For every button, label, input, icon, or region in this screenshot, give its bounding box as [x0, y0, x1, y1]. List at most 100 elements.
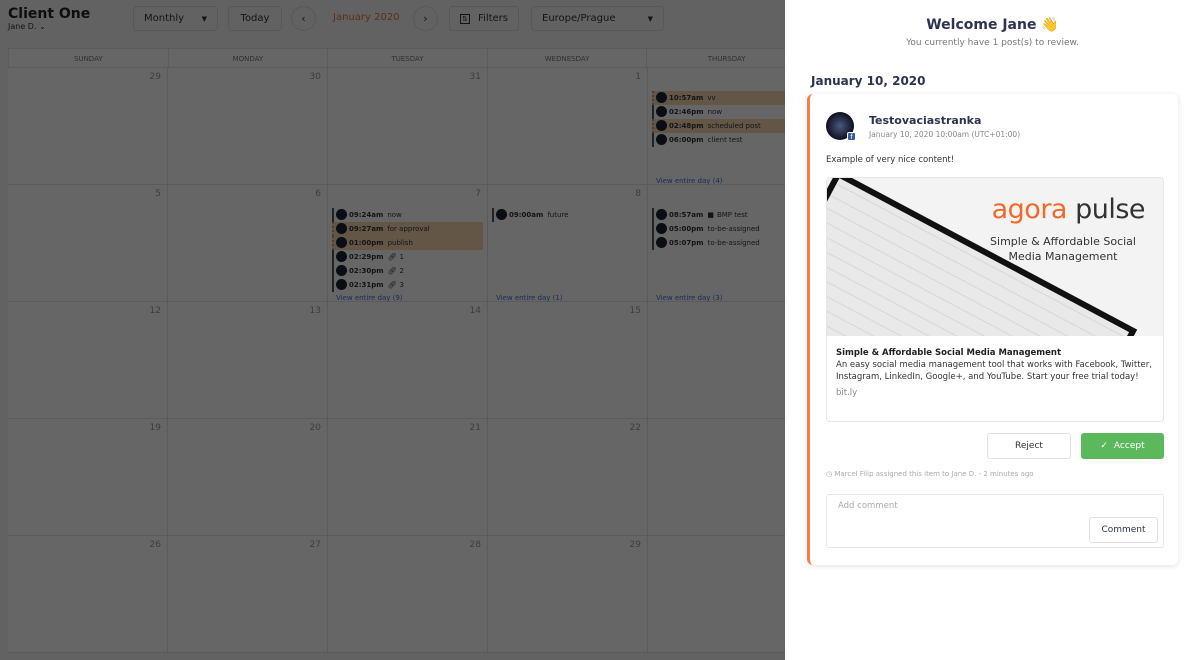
day-number: 29: [629, 540, 641, 550]
view-entire-day-link[interactable]: View entire day (1): [494, 294, 563, 302]
event-label: 2: [399, 266, 404, 275]
calendar-event[interactable]: 05:07pm to-be-assigned: [652, 236, 785, 250]
event-time: 10:57am: [669, 93, 704, 102]
current-month: January 2020: [333, 12, 400, 23]
day-cell[interactable]: [648, 419, 785, 536]
event-time: 02:46pm: [669, 107, 704, 116]
link-icon: 🔗︎: [387, 280, 397, 289]
calendar-event[interactable]: 02:30pm 🔗︎ 2: [332, 264, 483, 278]
event-time: 08:57am: [669, 210, 704, 219]
day-cell[interactable]: 6: [168, 185, 328, 302]
comment-input[interactable]: Add comment: [838, 501, 898, 511]
event-time: 09:24am: [349, 210, 384, 219]
client-switcher[interactable]: Client One Jane D. ⌄: [8, 6, 90, 31]
day-cell[interactable]: 21: [328, 419, 488, 536]
check-icon: ✓: [1100, 441, 1108, 451]
day-cell[interactable]: 08:57am ■ BMP test 05:00pm to-be-assigned 05:…: [648, 185, 785, 302]
calendar-event[interactable]: 06:00pm client test: [652, 133, 785, 147]
facebook-icon: f: [847, 132, 856, 141]
view-entire-day-link[interactable]: View entire day (3): [654, 294, 723, 302]
calendar-event[interactable]: 02:46pm now: [652, 105, 785, 119]
day-cell[interactable]: 27: [168, 536, 328, 653]
day-cell[interactable]: 26: [8, 536, 168, 653]
today-button[interactable]: Today: [228, 6, 282, 31]
event-label: publish: [387, 238, 413, 247]
accept-button[interactable]: ✓ Accept: [1081, 433, 1164, 459]
filters-icon: ⇅: [460, 13, 470, 24]
day-cell[interactable]: 13: [168, 302, 328, 419]
day-cell[interactable]: 29: [488, 536, 648, 653]
day-cell[interactable]: 28: [328, 536, 488, 653]
day-cell[interactable]: [648, 302, 785, 419]
day-cell[interactable]: 19: [8, 419, 168, 536]
calendar-event[interactable]: 08:57am ■ BMP test: [652, 208, 785, 222]
day-number: 20: [309, 423, 321, 433]
event-time: 02:29pm: [349, 252, 384, 261]
reject-button[interactable]: Reject: [987, 433, 1071, 459]
day-cell[interactable]: 22: [488, 419, 648, 536]
event-label: now: [387, 210, 402, 219]
avatar: [336, 265, 347, 277]
avatar: [336, 251, 347, 263]
prev-month-button[interactable]: ‹: [291, 6, 316, 31]
day-cell[interactable]: 14: [328, 302, 488, 419]
day-number: 13: [309, 306, 321, 316]
event-time: 09:00am: [509, 210, 544, 219]
avatar: [656, 209, 667, 221]
day-number: 31: [469, 72, 481, 82]
event-label: 3: [399, 280, 404, 289]
week-row: 26 27 28 29: [8, 536, 785, 653]
view-entire-day-link[interactable]: View entire day (4): [654, 177, 723, 185]
calendar-event[interactable]: 09:24am now: [332, 208, 483, 222]
link-domain: bit.ly: [836, 388, 858, 398]
day-cell[interactable]: 31: [328, 68, 488, 185]
event-time: 09:27am: [349, 224, 384, 233]
day-number: 29: [149, 72, 161, 82]
day-number: 27: [309, 540, 321, 550]
calendar-event[interactable]: 09:00am future: [492, 208, 643, 222]
day-cell[interactable]: [648, 536, 785, 653]
calendar-event[interactable]: 02:48pm scheduled post: [652, 119, 785, 133]
day-cell[interactable]: 1: [488, 68, 648, 185]
avatar: [336, 237, 347, 249]
calendar-event[interactable]: 02:31pm 🔗︎ 3: [332, 278, 483, 292]
caret-down-icon: ▼: [201, 14, 207, 23]
day-cell[interactable]: 15: [488, 302, 648, 419]
day-cell[interactable]: 10:57am vv 02:46pm now 02:48pm scheduled post…: [648, 68, 785, 185]
calendar-app: Client One Jane D. ⌄ Monthly ▼ Today ‹ Ja…: [0, 0, 785, 660]
user-name: Jane D.: [8, 22, 37, 31]
day-cell[interactable]: 29: [8, 68, 168, 185]
day-number: 26: [149, 540, 161, 550]
day-cell[interactable]: 30: [168, 68, 328, 185]
filters-button[interactable]: ⇅ Filters: [449, 6, 519, 31]
link-preview[interactable]: agora pulse Simple & Affordable Social M…: [826, 177, 1164, 422]
link-icon: 🔗︎: [387, 266, 397, 275]
day-cell[interactable]: 8 09:00am future View entire day (1): [488, 185, 648, 302]
comment-box[interactable]: Add comment Comment: [826, 494, 1164, 548]
day-number: 30: [309, 72, 321, 82]
week-row: 12 13 14 15: [8, 302, 785, 419]
day-cell[interactable]: 7 09:24am now 09:27am for approval 01:00pm pub…: [328, 185, 488, 302]
view-entire-day-link[interactable]: View entire day (9): [334, 294, 403, 302]
event-time: 02:31pm: [349, 280, 384, 289]
comment-button[interactable]: Comment: [1089, 517, 1158, 543]
calendar-event[interactable]: 10:57am vv: [652, 91, 785, 105]
day-cell[interactable]: 12: [8, 302, 168, 419]
day-number: 19: [149, 423, 161, 433]
calendar-event[interactable]: 05:00pm to-be-assigned: [652, 222, 785, 236]
avatar: [656, 134, 667, 146]
calendar-event[interactable]: 09:27am for approval: [332, 222, 483, 236]
calendar-event[interactable]: 01:00pm publish: [332, 236, 483, 250]
day-cell[interactable]: 5: [8, 185, 168, 302]
event-label: future: [547, 210, 569, 219]
next-month-button[interactable]: ›: [413, 6, 438, 31]
event-time: 01:00pm: [349, 238, 384, 247]
weekday-sunday: SUNDAY: [9, 49, 169, 67]
toolbar: Client One Jane D. ⌄ Monthly ▼ Today ‹ Ja…: [0, 0, 785, 40]
view-select[interactable]: Monthly ▼: [133, 6, 218, 31]
event-label: to-be-assigned: [707, 238, 760, 247]
timezone-select[interactable]: Europe/Prague ▼: [531, 6, 664, 31]
assignment-text: Marcel Filip assigned this item to Jane …: [834, 470, 1034, 478]
calendar-event[interactable]: 02:29pm 🔗︎ 1: [332, 250, 483, 264]
day-cell[interactable]: 20: [168, 419, 328, 536]
